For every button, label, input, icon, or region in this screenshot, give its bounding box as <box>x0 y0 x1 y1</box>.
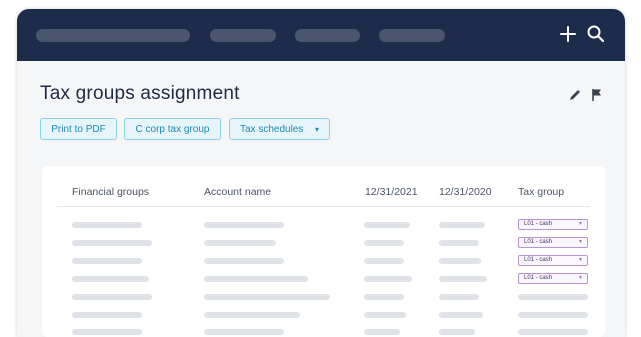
c-corp-tax-group-button[interactable]: C corp tax group <box>124 118 221 140</box>
page-title: Tax groups assignment <box>40 83 240 104</box>
print-to-pdf-button[interactable]: Print to PDF <box>40 118 117 140</box>
cell-placeholder <box>364 258 404 264</box>
tax-schedules-label: Tax schedules <box>240 124 304 135</box>
app-window: Tax groups assignment Print to PDF C cor… <box>17 9 625 337</box>
flag-icon[interactable] <box>589 87 605 103</box>
search-icon[interactable] <box>584 22 608 46</box>
cell-placeholder <box>518 312 588 318</box>
column-header-date-2021[interactable]: 12/31/2021 <box>365 186 418 198</box>
column-header-financial-groups[interactable]: Financial groups <box>72 186 149 198</box>
cell-placeholder <box>439 258 481 264</box>
cell-placeholder <box>72 329 142 335</box>
tax-group-select[interactable]: L01 - cash ▾ <box>518 255 588 266</box>
cell-placeholder <box>204 276 308 282</box>
tax-group-select[interactable]: L01 - cash ▾ <box>518 237 588 248</box>
cell-placeholder <box>439 276 487 282</box>
cell-placeholder <box>439 294 479 300</box>
cell-placeholder <box>439 222 485 228</box>
tax-group-value: L01 - cash <box>524 221 553 227</box>
plus-icon[interactable] <box>556 22 580 46</box>
cell-placeholder <box>518 294 588 300</box>
cell-placeholder <box>364 329 400 335</box>
chevron-down-icon: ▾ <box>578 257 582 263</box>
cell-placeholder <box>439 240 479 246</box>
cell-placeholder <box>204 294 330 300</box>
cell-placeholder <box>364 294 404 300</box>
tax-group-value: L01 - cash <box>524 275 553 281</box>
chevron-down-icon: ▾ <box>578 275 582 281</box>
cell-placeholder <box>518 329 588 335</box>
header-divider <box>57 206 590 207</box>
tax-group-value: L01 - cash <box>524 239 553 245</box>
nav-placeholder[interactable] <box>295 29 360 42</box>
tax-schedules-dropdown[interactable]: Tax schedules ▾ <box>229 118 330 140</box>
cell-placeholder <box>364 240 404 246</box>
cell-placeholder <box>72 240 152 246</box>
cell-placeholder <box>439 312 483 318</box>
tax-groups-table-card: Financial groups Account name 12/31/2021… <box>42 166 605 337</box>
pencil-icon[interactable] <box>567 87 583 103</box>
cell-placeholder <box>72 312 142 318</box>
column-header-account-name[interactable]: Account name <box>204 186 271 198</box>
cell-placeholder <box>72 294 152 300</box>
tax-group-select[interactable]: L01 - cash ▾ <box>518 273 588 284</box>
cell-placeholder <box>364 222 410 228</box>
cell-placeholder <box>364 312 406 318</box>
chevron-down-icon: ▾ <box>578 239 582 245</box>
top-navigation-bar <box>17 9 625 61</box>
tax-group-value: L01 - cash <box>524 257 553 263</box>
chevron-down-icon: ▾ <box>578 221 582 227</box>
nav-placeholder[interactable] <box>379 29 445 42</box>
cell-placeholder <box>439 329 475 335</box>
cell-placeholder <box>204 258 284 264</box>
cell-placeholder <box>72 258 142 264</box>
cell-placeholder <box>204 329 284 335</box>
tax-group-select[interactable]: L01 - cash ▾ <box>518 219 588 230</box>
cell-placeholder <box>72 222 142 228</box>
cell-placeholder <box>204 240 276 246</box>
chevron-down-icon: ▾ <box>314 125 319 134</box>
nav-placeholder[interactable] <box>210 29 276 42</box>
column-header-tax-group[interactable]: Tax group <box>518 186 564 198</box>
cell-placeholder <box>364 276 412 282</box>
cell-placeholder <box>72 276 149 282</box>
column-header-date-2020[interactable]: 12/31/2020 <box>439 186 492 198</box>
cell-placeholder <box>204 312 300 318</box>
cell-placeholder <box>204 222 284 228</box>
nav-placeholder[interactable] <box>36 29 190 42</box>
